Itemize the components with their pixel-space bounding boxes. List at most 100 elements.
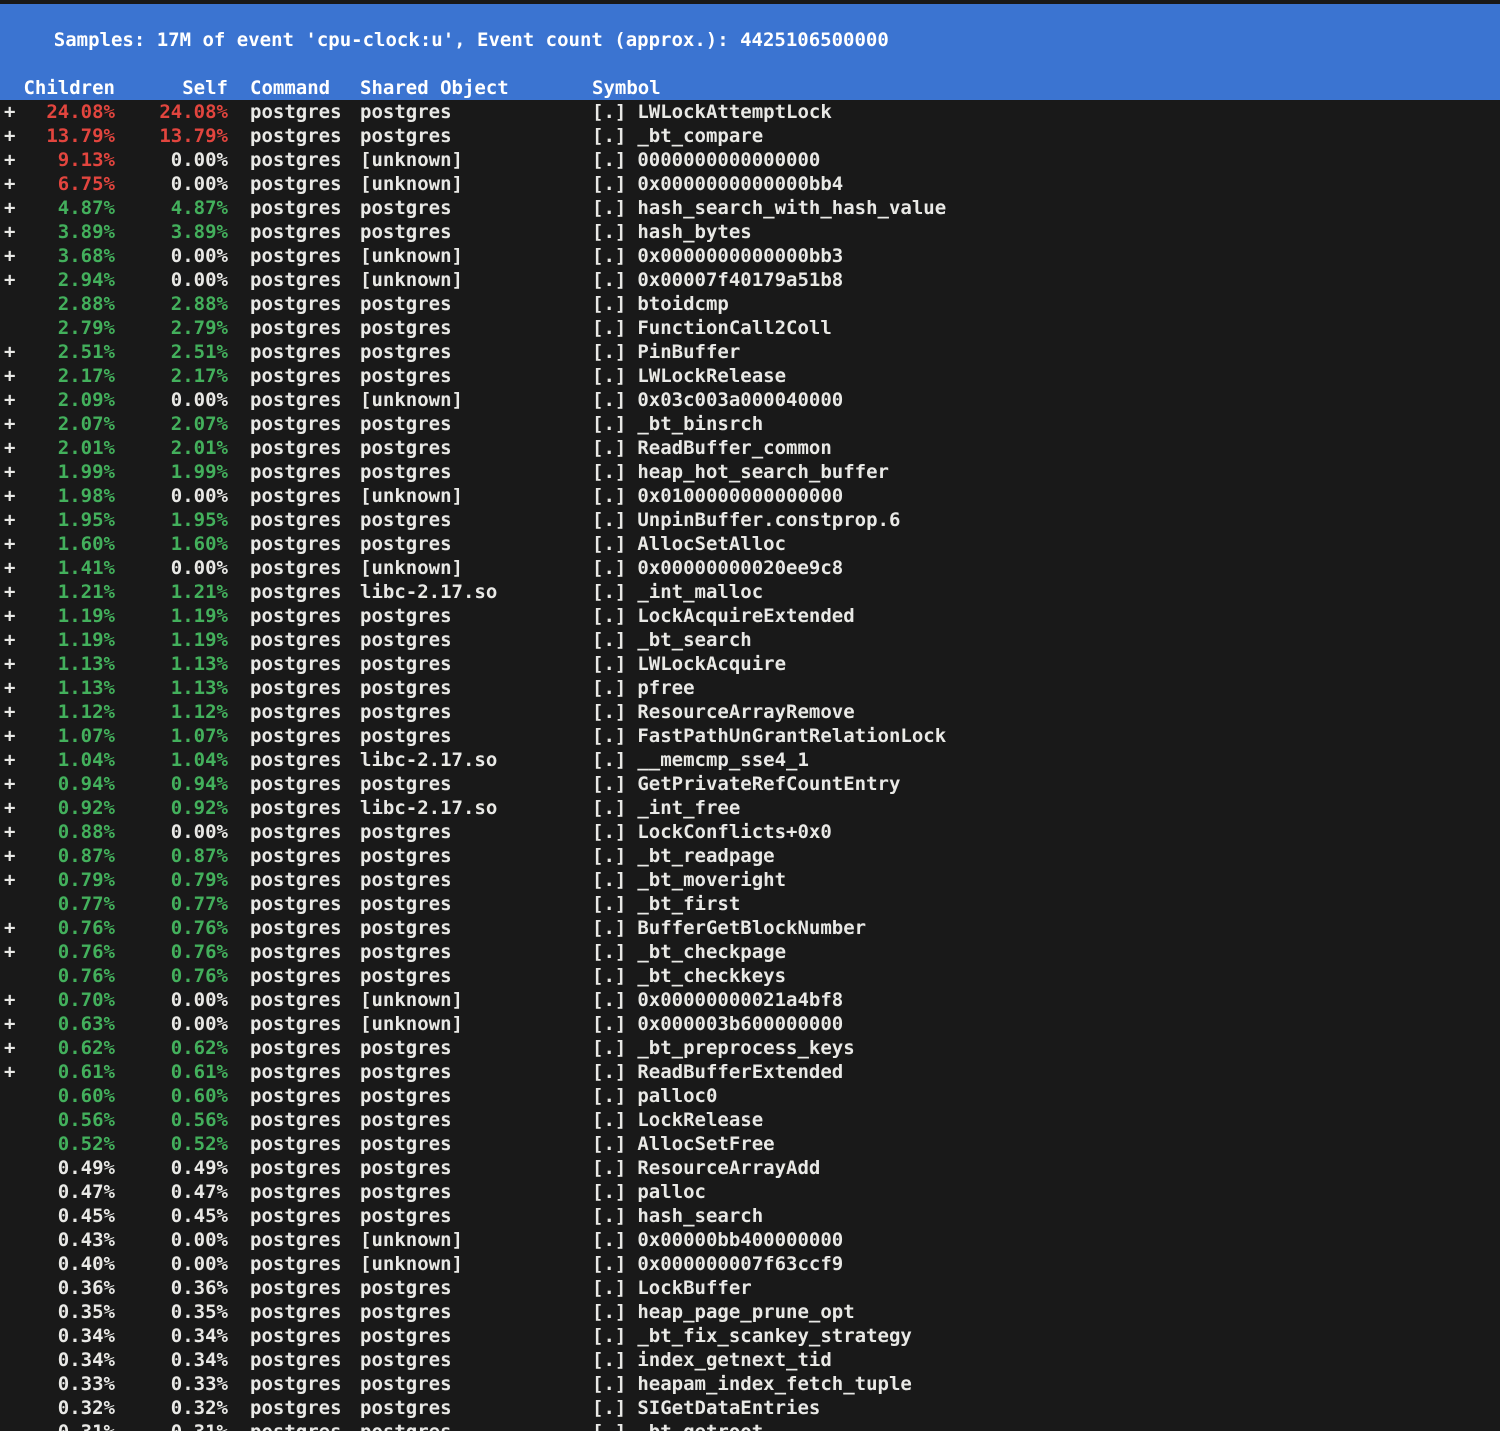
expand-toggle[interactable] (0, 1084, 18, 1108)
table-row[interactable]: + 1.95% 1.95% postgres postgres [.] Unpin… (0, 508, 1500, 532)
expand-toggle[interactable]: + (0, 388, 18, 412)
table-row[interactable]: + 0.62% 0.62% postgres postgres [.] _bt_p… (0, 1036, 1500, 1060)
expand-toggle[interactable]: + (0, 100, 18, 124)
table-row[interactable]: + 0.70% 0.00% postgres [unknown] [.] 0x00… (0, 988, 1500, 1012)
expand-toggle[interactable]: + (0, 916, 18, 940)
table-row[interactable]: + 1.13% 1.13% postgres postgres [.] pfree (0, 676, 1500, 700)
table-row[interactable]: 0.45% 0.45% postgres postgres [.] hash_se… (0, 1204, 1500, 1228)
table-row[interactable]: 0.77% 0.77% postgres postgres [.] _bt_fir… (0, 892, 1500, 916)
table-row[interactable]: 0.49% 0.49% postgres postgres [.] Resourc… (0, 1156, 1500, 1180)
table-row[interactable]: + 2.17% 2.17% postgres postgres [.] LWLoc… (0, 364, 1500, 388)
expand-toggle[interactable]: + (0, 556, 18, 580)
table-row[interactable]: 0.76% 0.76% postgres postgres [.] _bt_che… (0, 964, 1500, 988)
table-row[interactable]: + 0.76% 0.76% postgres postgres [.] _bt_c… (0, 940, 1500, 964)
expand-toggle[interactable]: + (0, 868, 18, 892)
expand-toggle[interactable]: + (0, 940, 18, 964)
table-row[interactable]: 0.36% 0.36% postgres postgres [.] LockBuf… (0, 1276, 1500, 1300)
expand-toggle[interactable]: + (0, 172, 18, 196)
expand-toggle[interactable]: + (0, 1036, 18, 1060)
table-row[interactable]: + 2.09% 0.00% postgres [unknown] [.] 0x03… (0, 388, 1500, 412)
table-row[interactable]: + 4.87% 4.87% postgres postgres [.] hash_… (0, 196, 1500, 220)
table-row[interactable]: 0.60% 0.60% postgres postgres [.] palloc0 (0, 1084, 1500, 1108)
expand-toggle[interactable]: + (0, 244, 18, 268)
expand-toggle[interactable]: + (0, 340, 18, 364)
expand-toggle[interactable]: + (0, 508, 18, 532)
expand-toggle[interactable]: + (0, 652, 18, 676)
table-row[interactable]: + 2.51% 2.51% postgres postgres [.] PinBu… (0, 340, 1500, 364)
table-row[interactable]: + 0.76% 0.76% postgres postgres [.] Buffe… (0, 916, 1500, 940)
expand-toggle[interactable] (0, 1228, 18, 1252)
table-row[interactable]: + 0.87% 0.87% postgres postgres [.] _bt_r… (0, 844, 1500, 868)
expand-toggle[interactable] (0, 292, 18, 316)
expand-toggle[interactable] (0, 1156, 18, 1180)
table-row[interactable]: + 1.99% 1.99% postgres postgres [.] heap_… (0, 460, 1500, 484)
expand-toggle[interactable]: + (0, 748, 18, 772)
table-row[interactable]: 0.43% 0.00% postgres [unknown] [.] 0x0000… (0, 1228, 1500, 1252)
expand-toggle[interactable] (0, 1252, 18, 1276)
expand-toggle[interactable] (0, 1132, 18, 1156)
table-row[interactable]: 0.47% 0.47% postgres postgres [.] palloc (0, 1180, 1500, 1204)
expand-toggle[interactable]: + (0, 484, 18, 508)
expand-toggle[interactable] (0, 964, 18, 988)
table-row[interactable]: + 2.94% 0.00% postgres [unknown] [.] 0x00… (0, 268, 1500, 292)
table-row[interactable]: + 1.13% 1.13% postgres postgres [.] LWLoc… (0, 652, 1500, 676)
table-row[interactable]: + 3.68% 0.00% postgres [unknown] [.] 0x00… (0, 244, 1500, 268)
expand-toggle[interactable]: + (0, 196, 18, 220)
expand-toggle[interactable] (0, 1276, 18, 1300)
expand-toggle[interactable]: + (0, 676, 18, 700)
table-row[interactable]: + 0.63% 0.00% postgres [unknown] [.] 0x00… (0, 1012, 1500, 1036)
table-row[interactable]: + 1.98% 0.00% postgres [unknown] [.] 0x01… (0, 484, 1500, 508)
table-row[interactable]: + 24.08% 24.08% postgres postgres [.] LWL… (0, 100, 1500, 124)
table-row[interactable]: + 1.12% 1.12% postgres postgres [.] Resou… (0, 700, 1500, 724)
expand-toggle[interactable] (0, 1372, 18, 1396)
table-row[interactable]: + 1.19% 1.19% postgres postgres [.] LockA… (0, 604, 1500, 628)
table-row[interactable]: + 0.61% 0.61% postgres postgres [.] ReadB… (0, 1060, 1500, 1084)
expand-toggle[interactable]: + (0, 580, 18, 604)
table-row[interactable]: + 1.19% 1.19% postgres postgres [.] _bt_s… (0, 628, 1500, 652)
table-row[interactable]: + 2.07% 2.07% postgres postgres [.] _bt_b… (0, 412, 1500, 436)
table-row[interactable]: + 1.04% 1.04% postgres libc-2.17.so [.] _… (0, 748, 1500, 772)
expand-toggle[interactable]: + (0, 412, 18, 436)
expand-toggle[interactable]: + (0, 1012, 18, 1036)
expand-toggle[interactable]: + (0, 796, 18, 820)
table-row[interactable]: 0.35% 0.35% postgres postgres [.] heap_pa… (0, 1300, 1500, 1324)
table-row[interactable]: + 1.21% 1.21% postgres libc-2.17.so [.] _… (0, 580, 1500, 604)
table-row[interactable]: 0.56% 0.56% postgres postgres [.] LockRel… (0, 1108, 1500, 1132)
expand-toggle[interactable]: + (0, 820, 18, 844)
table-row[interactable]: 2.79% 2.79% postgres postgres [.] Functio… (0, 316, 1500, 340)
expand-toggle[interactable]: + (0, 844, 18, 868)
table-row[interactable]: + 0.92% 0.92% postgres libc-2.17.so [.] _… (0, 796, 1500, 820)
expand-toggle[interactable]: + (0, 604, 18, 628)
table-row[interactable]: 0.31% 0.31% postgres postgres [.] _bt_get… (0, 1420, 1500, 1431)
expand-toggle[interactable] (0, 1204, 18, 1228)
expand-toggle[interactable]: + (0, 1060, 18, 1084)
expand-toggle[interactable]: + (0, 700, 18, 724)
expand-toggle[interactable] (0, 1348, 18, 1372)
expand-toggle[interactable]: + (0, 268, 18, 292)
expand-toggle[interactable] (0, 1180, 18, 1204)
expand-toggle[interactable] (0, 1300, 18, 1324)
table-row[interactable]: + 9.13% 0.00% postgres [unknown] [.] 0000… (0, 148, 1500, 172)
table-row[interactable]: + 2.01% 2.01% postgres postgres [.] ReadB… (0, 436, 1500, 460)
table-row[interactable]: 0.52% 0.52% postgres postgres [.] AllocSe… (0, 1132, 1500, 1156)
table-row[interactable]: + 3.89% 3.89% postgres postgres [.] hash_… (0, 220, 1500, 244)
expand-toggle[interactable]: + (0, 532, 18, 556)
table-row[interactable]: + 0.88% 0.00% postgres postgres [.] LockC… (0, 820, 1500, 844)
table-row[interactable]: 2.88% 2.88% postgres postgres [.] btoidcm… (0, 292, 1500, 316)
expand-toggle[interactable] (0, 1396, 18, 1420)
expand-toggle[interactable]: + (0, 772, 18, 796)
table-row[interactable]: + 1.07% 1.07% postgres postgres [.] FastP… (0, 724, 1500, 748)
expand-toggle[interactable]: + (0, 148, 18, 172)
expand-toggle[interactable]: + (0, 436, 18, 460)
table-row[interactable]: 0.34% 0.34% postgres postgres [.] _bt_fix… (0, 1324, 1500, 1348)
table-row[interactable]: + 0.79% 0.79% postgres postgres [.] _bt_m… (0, 868, 1500, 892)
expand-toggle[interactable]: + (0, 724, 18, 748)
table-row[interactable]: + 1.41% 0.00% postgres [unknown] [.] 0x00… (0, 556, 1500, 580)
table-row[interactable]: + 13.79% 13.79% postgres postgres [.] _bt… (0, 124, 1500, 148)
expand-toggle[interactable] (0, 1420, 18, 1431)
table-row[interactable]: 0.32% 0.32% postgres postgres [.] SIGetDa… (0, 1396, 1500, 1420)
expand-toggle[interactable] (0, 1324, 18, 1348)
expand-toggle[interactable] (0, 892, 18, 916)
expand-toggle[interactable]: + (0, 628, 18, 652)
table-row[interactable]: 0.34% 0.34% postgres postgres [.] index_g… (0, 1348, 1500, 1372)
